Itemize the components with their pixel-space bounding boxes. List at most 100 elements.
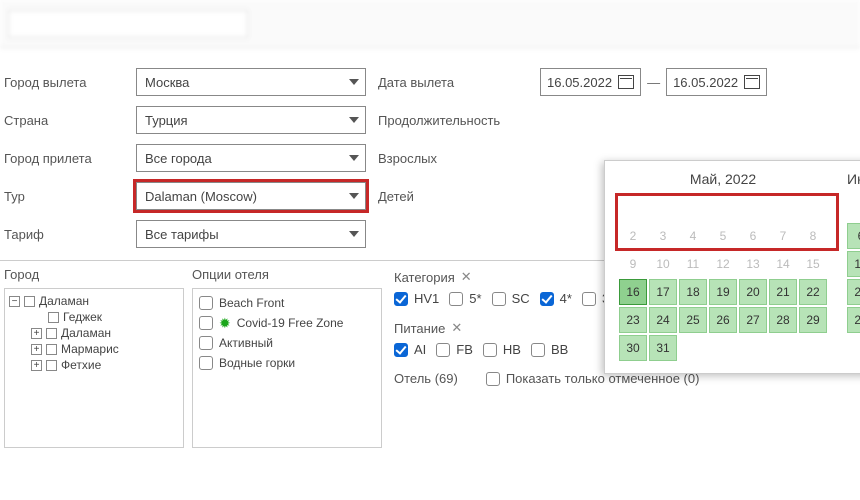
hotel-option-row[interactable]: Beach Front xyxy=(199,293,375,313)
calendar-day[interactable]: 24 xyxy=(649,307,677,333)
calendar-day[interactable]: 21 xyxy=(769,279,797,305)
tree-collapse-icon[interactable]: − xyxy=(9,296,20,307)
filter-checkbox[interactable]: 4* xyxy=(540,291,572,306)
calendar-day[interactable]: 23 xyxy=(619,307,647,333)
filter-checkbox[interactable]: HV1 xyxy=(394,291,439,306)
checkbox[interactable] xyxy=(48,312,59,323)
checkbox[interactable] xyxy=(46,328,57,339)
city-header: Город xyxy=(4,267,184,282)
checkbox[interactable] xyxy=(199,356,213,370)
calendar-day[interactable]: 20 xyxy=(847,279,860,305)
dropdown-departure-city[interactable]: Москва xyxy=(136,68,366,96)
filter-checkbox-label: HV1 xyxy=(414,291,439,306)
checkbox[interactable] xyxy=(394,343,408,357)
calendar-day[interactable]: 29 xyxy=(799,307,827,333)
checkbox[interactable] xyxy=(46,344,57,355)
chevron-down-icon xyxy=(349,79,359,85)
calendar-day[interactable]: 26 xyxy=(709,307,737,333)
date-to-input[interactable]: 16.05.2022 xyxy=(666,68,767,96)
label-tour: Тур xyxy=(4,189,124,204)
calendar-month-title: Май, 2022 xyxy=(619,171,827,187)
label-children: Детей xyxy=(378,189,528,204)
checkbox[interactable] xyxy=(394,292,408,306)
city-column: Город − Даламан Геджек+Даламан+Мармарис+… xyxy=(4,267,184,448)
calendar-day[interactable]: 28 xyxy=(769,307,797,333)
filter-checkbox-label: 4* xyxy=(560,291,572,306)
calendar-day: 6 xyxy=(739,223,767,249)
checkbox[interactable] xyxy=(531,343,545,357)
date-dash: — xyxy=(647,75,660,90)
filter-checkbox[interactable]: AI xyxy=(394,342,426,357)
topbar-blurred xyxy=(0,0,860,48)
checkbox[interactable] xyxy=(24,296,35,307)
filter-checkbox[interactable]: BB xyxy=(531,342,568,357)
calendar-day[interactable]: 18 xyxy=(679,279,707,305)
clear-category-icon[interactable]: ✕ xyxy=(461,269,472,285)
dropdown-arrival-city[interactable]: Все города xyxy=(136,144,366,172)
checkbox[interactable] xyxy=(46,360,57,371)
filter-checkbox[interactable]: 5* xyxy=(449,291,481,306)
top-search-placeholder xyxy=(8,10,248,38)
calendar-day[interactable]: 25 xyxy=(679,307,707,333)
calendar-day[interactable]: 16 xyxy=(619,279,647,305)
chevron-down-icon xyxy=(349,155,359,161)
calendar-day[interactable]: 19 xyxy=(709,279,737,305)
checkbox[interactable] xyxy=(483,343,497,357)
checkbox[interactable] xyxy=(199,336,213,350)
filter-checkbox-label: SC xyxy=(512,291,530,306)
hotel-options-list[interactable]: Beach Front✹Covid-19 Free ZoneАктивныйВо… xyxy=(192,288,382,448)
calendar-day[interactable]: 13 xyxy=(847,251,860,277)
filter-checkbox[interactable]: HB xyxy=(483,342,521,357)
calendar-day: 8 xyxy=(799,223,827,249)
checkbox[interactable] xyxy=(436,343,450,357)
date-range-area: 16.05.2022 — 16.05.2022 xyxy=(540,68,856,96)
hotel-option-row[interactable]: ✹Covid-19 Free Zone xyxy=(199,313,375,333)
clear-meals-icon[interactable]: ✕ xyxy=(451,320,462,336)
calendar-day: 14 xyxy=(769,251,797,277)
tree-item[interactable]: +Даламан xyxy=(9,325,179,341)
checkbox[interactable] xyxy=(449,292,463,306)
tree-expand-icon[interactable]: + xyxy=(31,328,42,339)
calendar-popup[interactable]: Май, 2022 234567891011121314151617181920… xyxy=(604,160,860,374)
label-country: Страна xyxy=(4,113,124,128)
checkbox[interactable] xyxy=(199,316,213,330)
tree-item[interactable]: +Фетхие xyxy=(9,357,179,373)
calendar-day[interactable]: 27 xyxy=(739,307,767,333)
tree-expand-icon[interactable]: + xyxy=(31,344,42,355)
dropdown-tariff[interactable]: Все тарифы xyxy=(136,220,366,248)
dropdown-country[interactable]: Турция xyxy=(136,106,366,134)
calendar-day[interactable]: 30 xyxy=(619,335,647,361)
label-tariff: Тариф xyxy=(4,227,124,242)
calendar-day[interactable]: 20 xyxy=(739,279,767,305)
calendar-day[interactable]: 6 xyxy=(847,223,860,249)
dropdown-tour[interactable]: Dalaman (Moscow) xyxy=(136,182,366,210)
city-tree[interactable]: − Даламан Геджек+Даламан+Мармарис+Фетхие xyxy=(4,288,184,448)
calendar-day[interactable]: 22 xyxy=(799,279,827,305)
tree-item[interactable]: +Мармарис xyxy=(9,341,179,357)
checkbox[interactable] xyxy=(582,292,596,306)
checkbox[interactable] xyxy=(199,296,213,310)
label-departure-date: Дата вылета xyxy=(378,75,528,90)
checkbox[interactable] xyxy=(492,292,506,306)
tree-item[interactable]: Геджек xyxy=(9,309,179,325)
show-marked-checkbox[interactable] xyxy=(486,372,500,386)
calendar-day: 3 xyxy=(649,223,677,249)
filter-checkbox[interactable]: SC xyxy=(492,291,530,306)
checkbox[interactable] xyxy=(540,292,554,306)
calendar-day: 10 xyxy=(649,251,677,277)
tree-root[interactable]: − Даламан xyxy=(9,293,179,309)
hotel-option-row[interactable]: Водные горки xyxy=(199,353,375,373)
label-duration: Продолжительность xyxy=(378,113,528,128)
label-arrival-city: Город прилета xyxy=(4,151,124,166)
category-header: Категория xyxy=(394,270,455,285)
filter-checkbox[interactable]: FB xyxy=(436,342,473,357)
filter-checkbox-label: HB xyxy=(503,342,521,357)
tree-expand-icon[interactable]: + xyxy=(31,360,42,371)
covid-icon: ✹ xyxy=(219,316,231,330)
calendar-day[interactable]: 27 xyxy=(847,307,860,333)
calendar-day[interactable]: 17 xyxy=(649,279,677,305)
calendar-day[interactable]: 31 xyxy=(649,335,677,361)
hotel-option-row[interactable]: Активный xyxy=(199,333,375,353)
date-from-input[interactable]: 16.05.2022 xyxy=(540,68,641,96)
calendar-day: 9 xyxy=(619,251,647,277)
